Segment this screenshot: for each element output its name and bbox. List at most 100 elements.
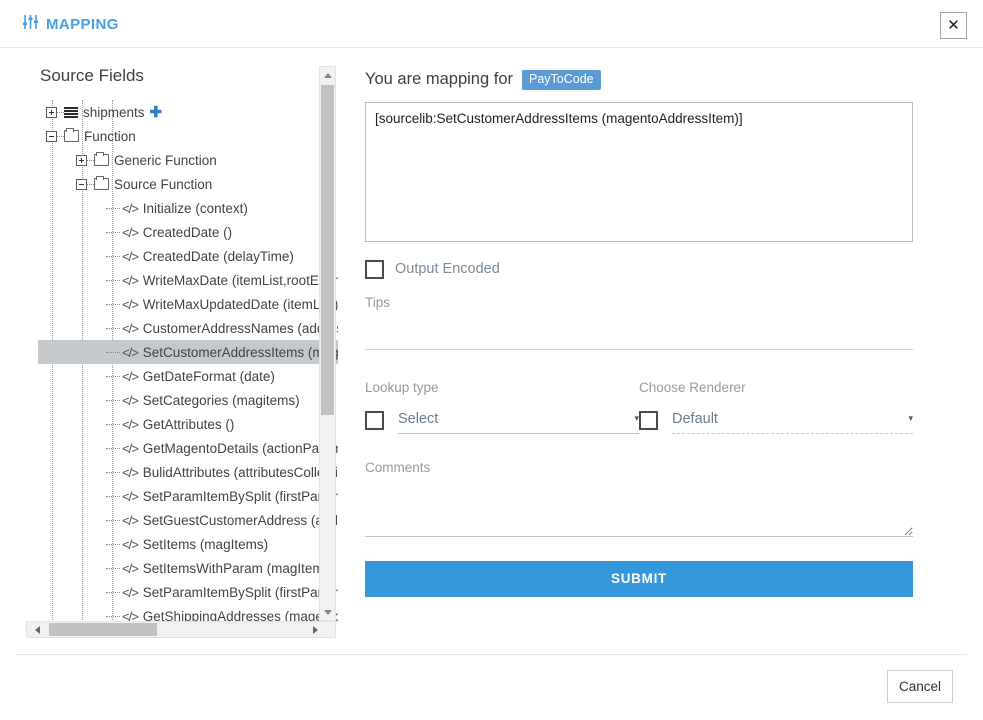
collapse-icon[interactable] (76, 179, 87, 190)
tree-item[interactable]: </>SetParamItemBySplit (firstParam) (38, 580, 338, 604)
horizontal-scroll-thumb[interactable] (49, 623, 157, 636)
output-encoded-row: Output Encoded (365, 260, 913, 279)
tree-item[interactable]: </>GetAttributes () (38, 412, 338, 436)
tree-item-label: BulidAttributes (attributesCollection) (143, 465, 338, 480)
tree-connector (106, 352, 120, 353)
tree-connector (106, 424, 120, 425)
tree-connector (106, 520, 120, 521)
choose-renderer-checkbox[interactable] (639, 411, 658, 430)
status-badge: PayToCode (522, 70, 601, 90)
tree-item-label: WriteMaxDate (itemList,rootElement) (143, 273, 338, 288)
tree-item-label: Initialize (context) (143, 201, 248, 216)
stack-icon (64, 107, 78, 118)
scroll-down-icon[interactable] (320, 604, 335, 620)
tree-connector (106, 496, 120, 497)
source-fields-panel: Source Fields shipments ✚ Function Generic … (38, 66, 338, 655)
tree-item[interactable]: </> Initialize (context) (38, 196, 338, 220)
tree-connector (106, 400, 120, 401)
lookup-type-select[interactable]: Select ▾ (398, 408, 639, 434)
tree-item-label: shipments (83, 105, 145, 120)
tree-item[interactable]: Generic Function (38, 148, 338, 172)
folder-icon (64, 130, 79, 142)
lookup-type-label: Lookup type (365, 380, 639, 395)
comments-textarea[interactable] (365, 485, 913, 537)
tree-item[interactable]: </> CreatedDate () (38, 220, 338, 244)
code-icon: </> (122, 417, 138, 432)
tips-label: Tips (365, 295, 913, 310)
comments-label: Comments (365, 460, 913, 475)
code-icon: </> (122, 225, 138, 240)
tree-item[interactable]: </>GetDateFormat (date) (38, 364, 338, 388)
tree-item[interactable]: </>SetGuestCustomerAddress (address) (38, 508, 338, 532)
tips-field-group: Tips (365, 295, 913, 350)
code-icon: </> (122, 297, 138, 312)
tree-connector (106, 544, 120, 545)
tree-item-label: WriteMaxUpdatedDate (itemList) (143, 297, 338, 312)
expand-icon[interactable] (46, 107, 57, 118)
collapse-icon[interactable] (46, 131, 57, 142)
choose-renderer-group: Choose Renderer Default ▾ (639, 380, 913, 434)
close-icon[interactable]: ✕ (940, 12, 967, 39)
tree-item-label: SetParamItemBySplit (firstParam) (143, 585, 338, 600)
tree-item-label: SetCategories (magitems) (143, 393, 300, 408)
tips-input[interactable] (365, 310, 913, 350)
tree-item[interactable]: shipments ✚ (38, 100, 338, 124)
code-icon: </> (122, 345, 138, 360)
tree-item[interactable]: </>SetCustomerAddressItems (magentoAddre… (38, 340, 338, 364)
lookup-type-checkbox[interactable] (365, 411, 384, 430)
tree-connector (57, 112, 64, 113)
tree-item[interactable]: </>CustomerAddressNames (addressItem) (38, 316, 338, 340)
tree-item[interactable]: Source Function (38, 172, 338, 196)
tree-horizontal-scrollbar[interactable] (26, 621, 336, 638)
mapping-for-row: You are mapping for PayToCode (365, 70, 913, 90)
tree-item[interactable]: </> WriteMaxDate (itemList,rootElement) (38, 268, 338, 292)
choose-renderer-value: Default (672, 411, 718, 427)
tree-connector (106, 280, 120, 281)
tree-item-label: Generic Function (114, 153, 217, 168)
code-icon: </> (122, 273, 138, 288)
choose-renderer-select[interactable]: Default ▾ (672, 408, 913, 434)
code-icon: </> (122, 201, 138, 216)
tree-connector (106, 256, 120, 257)
tree-item[interactable]: </>SetItemsWithParam (magItems) (38, 556, 338, 580)
tree-item-label: SetGuestCustomerAddress (address) (143, 513, 338, 528)
tree-connector (106, 232, 120, 233)
code-icon: </> (122, 489, 138, 504)
tree-item-label: GetMagentoDetails (actionParam) (143, 441, 338, 456)
expand-icon[interactable] (76, 155, 87, 166)
output-encoded-checkbox[interactable] (365, 260, 384, 279)
comments-field-group: Comments (365, 460, 913, 537)
scroll-up-icon[interactable] (320, 67, 335, 83)
tree-item[interactable]: </>BulidAttributes (attributesCollection… (38, 460, 338, 484)
tree-item[interactable]: </> SetCategories (magitems) (38, 388, 338, 412)
expression-textarea[interactable] (365, 102, 913, 242)
folder-icon (94, 178, 109, 190)
tree-vertical-scrollbar[interactable] (319, 66, 336, 621)
source-fields-heading: Source Fields (40, 66, 338, 86)
page-title: MAPPING (46, 16, 119, 33)
tree-item[interactable]: </> GetMagentoDetails (actionParam) (38, 436, 338, 460)
tree-item[interactable]: </> WriteMaxUpdatedDate (itemList) (38, 292, 338, 316)
code-icon: </> (122, 369, 138, 384)
code-icon: </> (122, 393, 138, 408)
source-fields-tree[interactable]: shipments ✚ Function Generic Function Source… (38, 100, 338, 655)
tree-item-label: CreatedDate () (143, 225, 232, 240)
add-field-icon[interactable]: ✚ (150, 105, 163, 120)
code-icon: </> (122, 441, 138, 456)
tree-connector (106, 616, 120, 617)
tree-item[interactable]: </>SetParamItemBySplit (firstParam) (38, 484, 338, 508)
tree-item[interactable]: Function (38, 124, 338, 148)
tree-item-label: SetItems (magItems) (143, 537, 268, 552)
dialog-header: MAPPING ✕ (0, 0, 983, 48)
chevron-down-icon: ▾ (908, 413, 913, 424)
tree-item[interactable]: </>CreatedDate (delayTime) (38, 244, 338, 268)
scroll-left-icon[interactable] (29, 622, 45, 637)
submit-button[interactable]: SUBMIT (365, 561, 913, 597)
vertical-scroll-thumb[interactable] (321, 85, 334, 415)
scroll-right-icon[interactable] (307, 622, 323, 637)
tree-item[interactable]: </>SetItems (magItems) (38, 532, 338, 556)
lookup-type-group: Lookup type Select ▾ (365, 380, 639, 434)
lookup-type-value: Select (398, 411, 438, 427)
cancel-button[interactable]: Cancel (887, 670, 953, 703)
lookup-renderer-row: Lookup type Select ▾ Choose Renderer (365, 380, 913, 434)
